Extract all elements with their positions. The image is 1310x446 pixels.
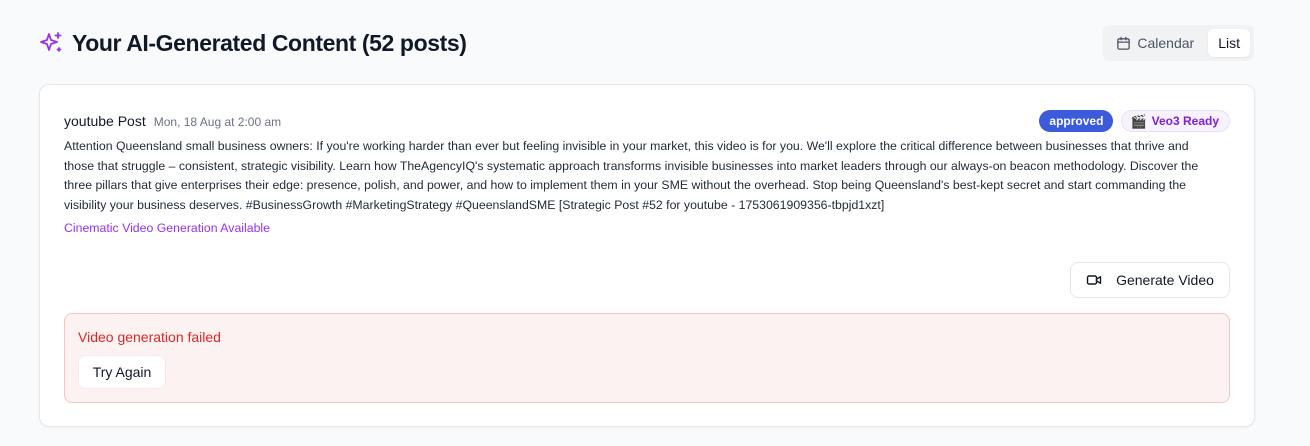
cinematic-video-link[interactable]: Cinematic Video Generation Available [64,221,270,235]
post-date: Mon, 18 Aug at 2:00 am [153,115,282,129]
calendar-icon [1116,36,1131,51]
list-view-label: List [1218,35,1240,51]
error-message: Video generation failed [78,329,221,345]
content-page: Your AI-Generated Content (52 posts) Cal… [0,0,1310,446]
error-alert: Video generation failed Try Again [64,313,1230,403]
clapperboard-icon: 🎬 [1130,113,1147,129]
post-type: youtube Post [64,113,146,129]
calendar-view-label: Calendar [1137,35,1195,51]
sparkles-icon [38,30,64,56]
post-card: youtube Post Mon, 18 Aug at 2:00 am appr… [39,84,1255,427]
view-toggle: Calendar List [1102,25,1254,61]
post-content: Attention Queensland small business owne… [64,139,1199,212]
post-meta: youtube Post Mon, 18 Aug at 2:00 am [64,113,281,129]
generate-video-button[interactable]: Generate Video [1070,262,1230,298]
veo-ready-badge: 🎬 Veo3 Ready [1121,110,1230,132]
page-header: Your AI-Generated Content (52 posts) Cal… [38,24,1254,62]
generate-video-label: Generate Video [1116,272,1214,288]
page-title: Your AI-Generated Content (52 posts) [72,29,467,56]
list-view-button[interactable]: List [1208,29,1250,57]
try-again-button[interactable]: Try Again [78,355,166,389]
calendar-view-button[interactable]: Calendar [1106,29,1204,57]
title-group: Your AI-Generated Content (52 posts) [38,30,467,57]
veo-ready-label: Veo3 Ready [1151,114,1219,128]
status-badge: approved [1039,110,1114,132]
post-card-header: youtube Post Mon, 18 Aug at 2:00 am appr… [64,110,1230,132]
post-badges: approved 🎬 Veo3 Ready [1039,110,1230,132]
video-camera-icon [1086,272,1102,288]
